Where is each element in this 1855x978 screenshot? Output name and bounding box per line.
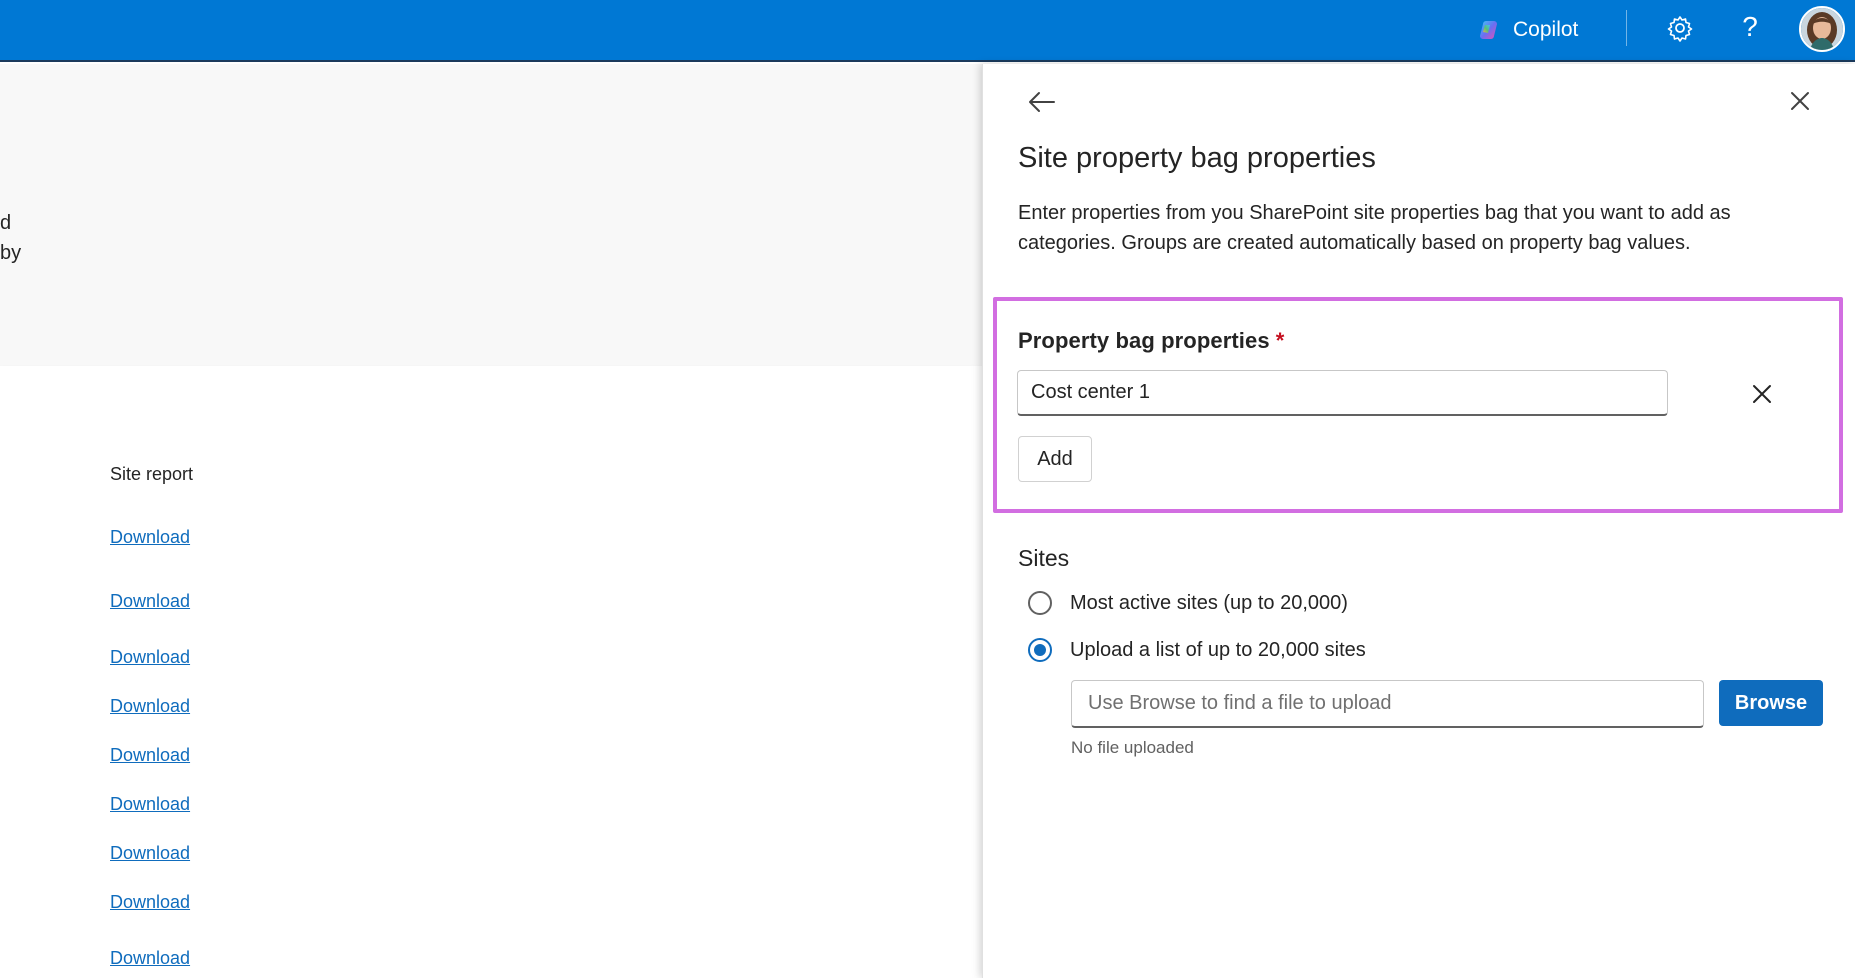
column-header-site-report: Site report — [110, 464, 194, 484]
background-text-fragment: by — [0, 242, 22, 264]
radio-button-selected[interactable] — [1028, 638, 1052, 662]
background-header-area — [0, 64, 982, 366]
gear-icon[interactable] — [1666, 14, 1694, 42]
back-arrow-icon[interactable] — [1024, 86, 1060, 118]
radio-button[interactable] — [1028, 591, 1052, 615]
top-app-bar: Copilot ? — [0, 0, 1855, 62]
download-link[interactable]: Download — [110, 591, 190, 612]
copilot-icon — [1480, 21, 1497, 39]
download-link[interactable]: Download — [110, 843, 190, 864]
radio-most-active-sites[interactable]: Most active sites (up to 20,000) — [1028, 591, 1348, 615]
file-upload-input[interactable] — [1071, 680, 1704, 728]
property-bag-label-text: Property bag properties — [1018, 328, 1270, 353]
upload-status-text: No file uploaded — [1071, 738, 1194, 757]
download-link[interactable]: Download — [110, 527, 190, 548]
property-bag-input[interactable] — [1017, 370, 1668, 416]
download-link[interactable]: Download — [110, 948, 190, 969]
help-icon[interactable]: ? — [1738, 10, 1762, 44]
sites-section-title: Sites — [1018, 545, 1070, 571]
download-link[interactable]: Download — [110, 745, 190, 766]
download-link[interactable]: Download — [110, 696, 190, 717]
copilot-label: Copilot — [1513, 18, 1579, 41]
radio-label: Most active sites (up to 20,000) — [1070, 591, 1348, 614]
close-icon[interactable] — [1782, 86, 1818, 118]
download-link[interactable]: Download — [110, 794, 190, 815]
avatar-image — [1801, 8, 1843, 50]
panel-title: Site property bag properties — [1018, 142, 1376, 174]
add-property-button[interactable]: Add — [1018, 436, 1092, 482]
property-bag-label: Property bag properties * — [1018, 328, 1284, 354]
download-link[interactable]: Download — [110, 892, 190, 913]
radio-label: Upload a list of up to 20,000 sites — [1070, 638, 1366, 661]
browse-button[interactable]: Browse — [1719, 680, 1823, 726]
remove-property-close-icon[interactable] — [1744, 376, 1780, 412]
radio-upload-list[interactable]: Upload a list of up to 20,000 sites — [1028, 638, 1366, 662]
required-marker: * — [1275, 328, 1285, 353]
background-text-fragment: d — [0, 212, 12, 234]
panel-description: Enter properties from you SharePoint sit… — [1018, 202, 1731, 254]
download-link[interactable]: Download — [110, 647, 190, 668]
copilot-button[interactable]: Copilot — [1479, 14, 1578, 46]
avatar[interactable] — [1799, 6, 1845, 52]
topbar-divider — [1626, 10, 1627, 46]
background-toolbar — [0, 366, 982, 426]
